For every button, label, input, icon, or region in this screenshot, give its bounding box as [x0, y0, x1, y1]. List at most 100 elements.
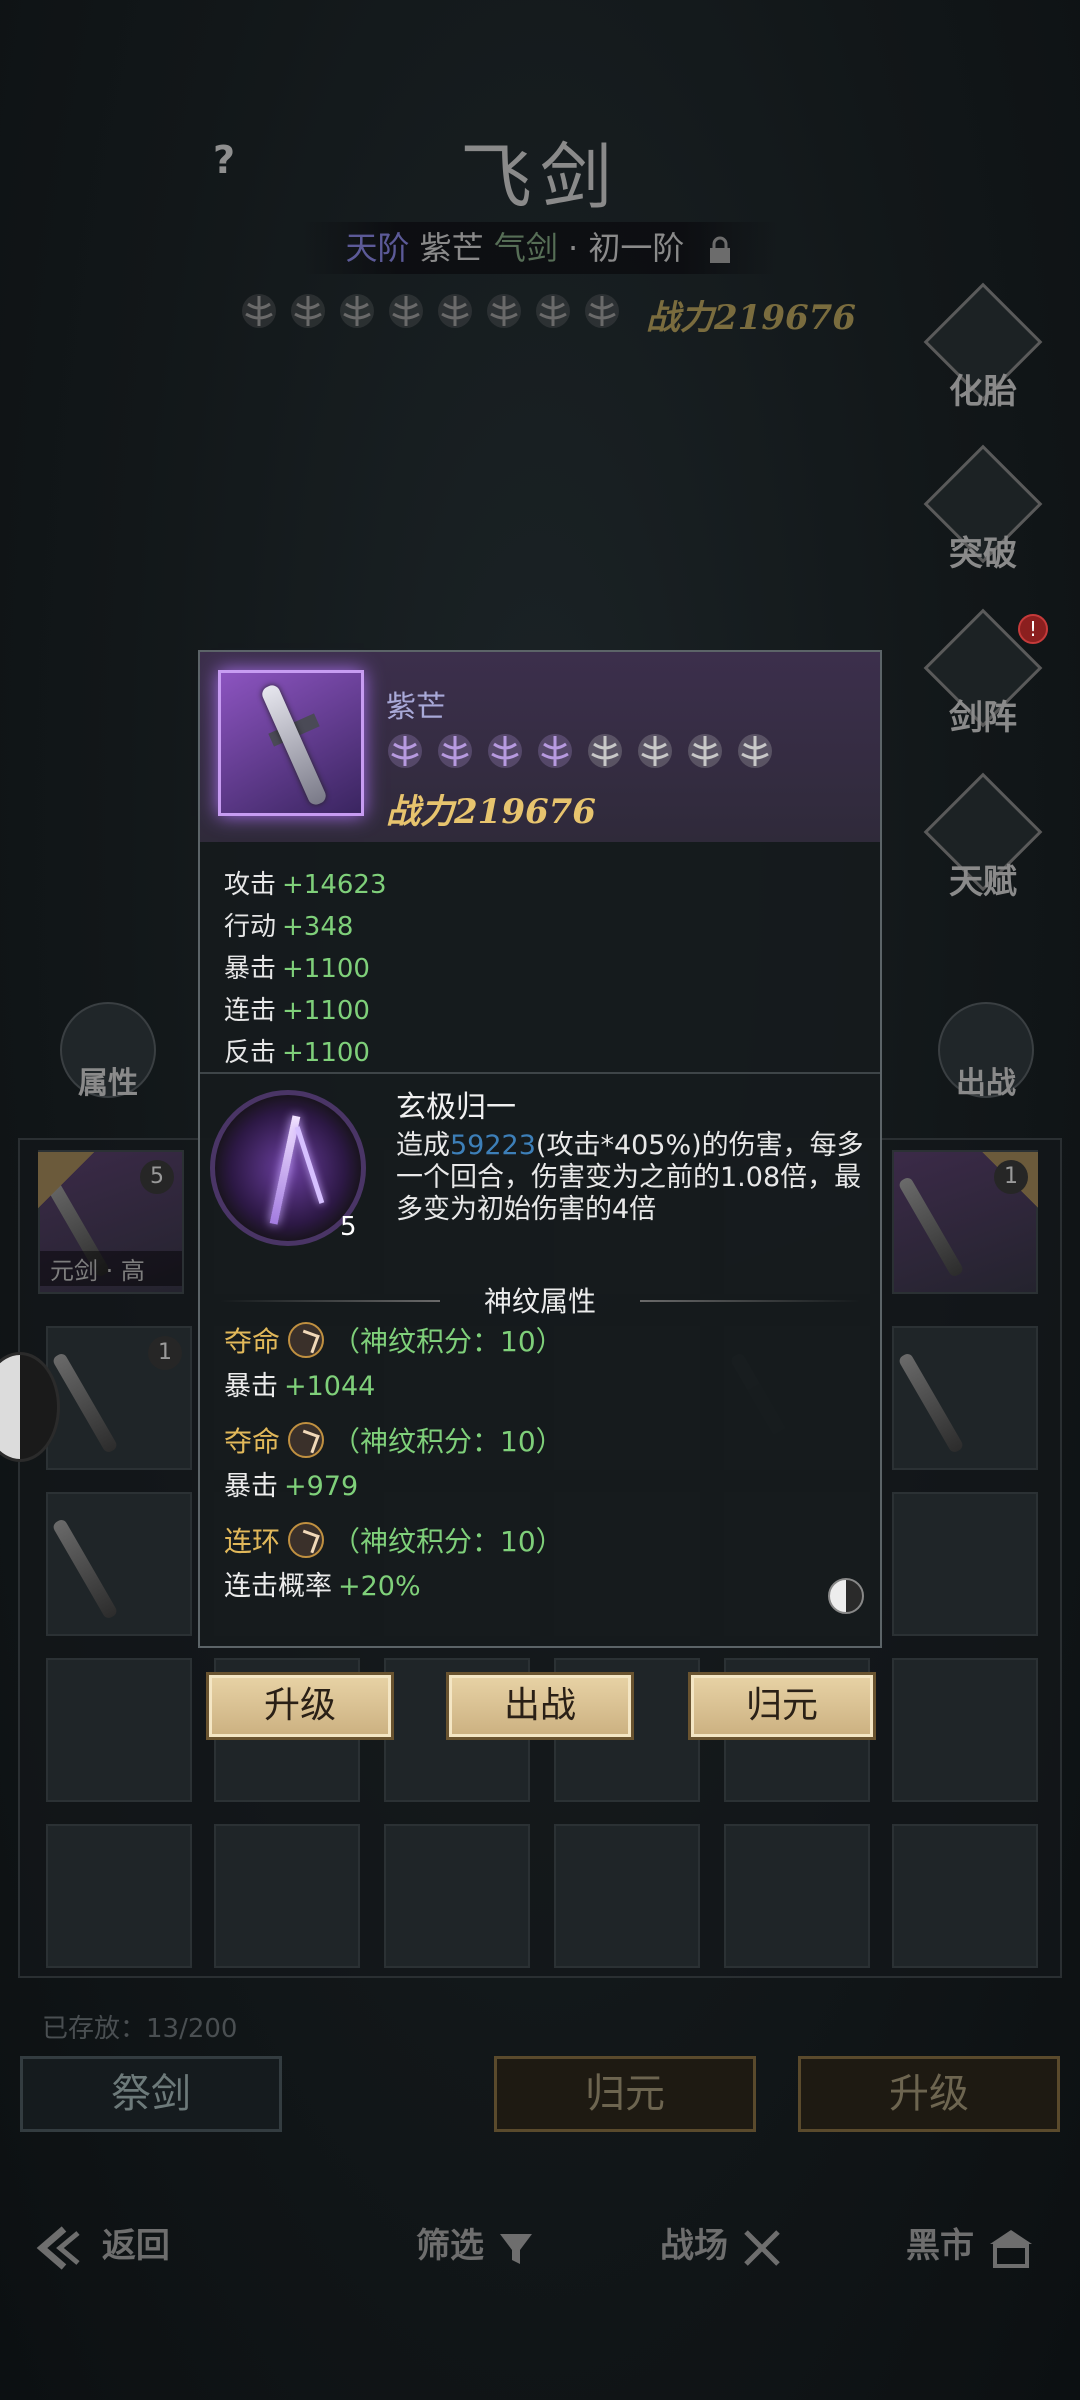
back-arrow-icon: [36, 2226, 80, 2270]
grade-tier: 天阶: [345, 229, 410, 267]
inventory-slot[interactable]: 1: [46, 1326, 192, 1470]
rune-icon: [288, 1422, 325, 1458]
rune-name: 连环: [224, 1525, 281, 1558]
rune-star-icon: [291, 294, 325, 328]
rune-star-icon: [588, 734, 622, 768]
grade-dot: ·: [568, 229, 579, 267]
rune-stat-value: +1044: [284, 1371, 376, 1402]
inventory-slot[interactable]: [892, 1658, 1038, 1802]
grade-type: 气剑: [493, 229, 558, 267]
skill-name: 玄极归一: [396, 1090, 516, 1125]
rune-star-icon: [340, 294, 374, 328]
inventory-slot[interactable]: [46, 1658, 192, 1802]
sword-item-frame: [218, 670, 364, 816]
help-icon[interactable]: ?: [200, 136, 248, 184]
rune-stat: 连击概率 +20%: [224, 1564, 421, 1603]
rune-name: 夺命: [224, 1425, 281, 1458]
inventory-slot[interactable]: [46, 1492, 192, 1636]
rune-star-icon: [688, 734, 722, 768]
stat-label: 攻击: [224, 870, 277, 900]
rune-stat-label: 暴击: [224, 1371, 278, 1402]
shop-icon: [989, 2230, 1032, 2268]
inventory-slot[interactable]: [892, 1492, 1038, 1636]
rune-star-icon: [438, 734, 472, 768]
inventory-slot[interactable]: [214, 1824, 360, 1968]
stat-value: +1100: [282, 954, 370, 984]
rune-stat-label: 暴击: [224, 1471, 278, 1502]
side-button-label: 天赋: [949, 862, 1017, 902]
sword-detail-popup: 紫芒 战力219676 攻击 +14623 行动 +348 暴击 +1100 连击 +1…: [198, 650, 882, 1648]
rune-score: （神纹积分：10）: [332, 1525, 564, 1558]
inventory-slot[interactable]: [892, 1824, 1038, 1968]
stat-label: 连击: [224, 996, 277, 1026]
rune-star-icon: [585, 294, 619, 328]
inventory-slot[interactable]: [46, 1824, 192, 1968]
notification-badge: !: [1018, 614, 1048, 644]
crossed-swords-icon: [744, 2230, 780, 2266]
item-power: 战力219676: [386, 792, 596, 832]
item-name: 紫芒: [386, 690, 446, 725]
stat-crit: 暴击 +1100: [224, 948, 370, 985]
runes-section-title: 神纹属性: [200, 1280, 880, 1320]
rune-name: 夺命: [224, 1325, 281, 1358]
filter-button[interactable]: 筛选: [416, 2216, 536, 2276]
stat-combo: 连击 +1100: [224, 990, 370, 1027]
stat-label: 暴击: [224, 954, 277, 984]
grade-name: 紫芒: [419, 229, 484, 267]
inventory-slot[interactable]: [724, 1824, 870, 1968]
grade-bar: 天阶 紫芒 气剑 · 初一阶: [300, 222, 780, 274]
inventory-slot[interactable]: [892, 1326, 1038, 1470]
lightning-bolt: [294, 1126, 325, 1204]
rune-star-icon: [388, 734, 422, 768]
stat-value: +14623: [282, 870, 387, 900]
rune-stat-label: 连击概率: [224, 1571, 332, 1602]
rune-star-icon: [389, 294, 423, 328]
rune-entry: 连环 （神纹积分：10）: [224, 1520, 564, 1560]
item-rune-row: [386, 732, 774, 770]
bulk-return-button[interactable]: 归元: [494, 2056, 756, 2132]
rune-stat-value: +979: [284, 1471, 359, 1502]
attribute-button[interactable]: 属性: [60, 1002, 156, 1101]
slot-sublabel: 元剑 · 高: [40, 1251, 182, 1286]
battlefield-button[interactable]: 战场: [660, 2216, 784, 2276]
rune-stat: 暴击 +979: [224, 1464, 358, 1503]
slot-count-badge: 1: [994, 1160, 1028, 1194]
skill-description: 造成59223(攻击*405%)的伤害，每多一个回合，伤害变为之前的1.08倍，…: [396, 1130, 866, 1226]
stat-attack: 攻击 +14623: [224, 864, 387, 901]
stat-label: 行动: [224, 912, 277, 942]
inventory-slot[interactable]: 5 元剑 · 高: [38, 1150, 184, 1294]
rune-star-icon: [738, 734, 772, 768]
deploy-side-button[interactable]: 出战: [938, 1002, 1034, 1101]
return-button[interactable]: 归元: [688, 1672, 876, 1740]
stat-value: +348: [282, 912, 354, 942]
rune-score: （神纹积分：10）: [332, 1425, 564, 1458]
sacrifice-sword-button[interactable]: 祭剑: [20, 2056, 282, 2132]
upgrade-button[interactable]: 升级: [206, 1672, 394, 1740]
side-button-breakthrough[interactable]: 突破: [923, 444, 1043, 592]
yin-yang-icon[interactable]: [828, 1578, 864, 1614]
rune-star-icon: [536, 294, 570, 328]
battlefield-label: 战场: [660, 2226, 728, 2266]
black-market-button[interactable]: 黑市: [906, 2216, 1036, 2276]
inventory-slot[interactable]: [384, 1824, 530, 1968]
rune-stat-value: +20%: [338, 1571, 421, 1602]
bulk-upgrade-button[interactable]: 升级: [798, 2056, 1060, 2132]
rune-entry: 夺命 （神纹积分：10）: [224, 1420, 564, 1460]
rune-icon: [288, 1322, 325, 1358]
grade-stage: 初一阶: [588, 229, 685, 267]
rune-star-icon: [638, 734, 672, 768]
stat-value: +1100: [282, 996, 370, 1026]
rune-star-icon: [538, 734, 572, 768]
back-button[interactable]: 返回: [32, 2216, 170, 2276]
side-button-label: 突破: [949, 534, 1017, 574]
lock-icon: [709, 236, 730, 263]
side-button-talent[interactable]: 天赋: [923, 772, 1043, 920]
inventory-slot[interactable]: [554, 1824, 700, 1968]
rune-score: （神纹积分：10）: [332, 1325, 564, 1358]
sword-icon: [51, 1517, 119, 1621]
side-button-sword-array[interactable]: 剑阵: [923, 608, 1043, 756]
inventory-slot[interactable]: 1: [892, 1150, 1038, 1294]
side-button-transform[interactable]: 化胎: [923, 282, 1043, 430]
deploy-button[interactable]: 出战: [446, 1672, 634, 1740]
stat-speed: 行动 +348: [224, 906, 353, 943]
